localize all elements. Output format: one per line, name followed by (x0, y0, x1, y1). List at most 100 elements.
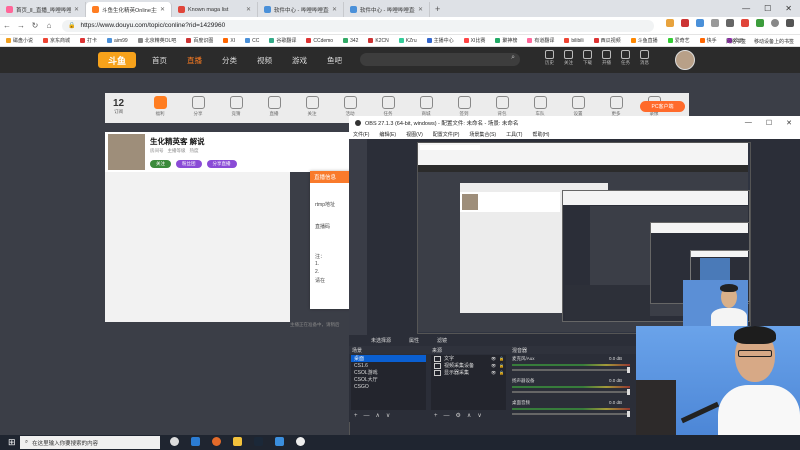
bookmark-item[interactable]: 爱奇艺 (667, 37, 690, 44)
maximize-button[interactable]: ☐ (764, 4, 771, 13)
toolbar-item[interactable]: 分享 (188, 96, 208, 117)
taskbar-search[interactable]: ⌕ 在这里输入你要搜索的内容 (20, 436, 160, 449)
fans-button[interactable]: 粉丝团 (176, 160, 202, 168)
task-view-icon[interactable] (170, 437, 179, 446)
bookmark-item[interactable]: K2CN (368, 38, 389, 44)
lock-icon[interactable]: 🔒 (499, 363, 504, 368)
toolbar-item[interactable]: 直播 (264, 96, 284, 117)
app-icon[interactable] (212, 437, 221, 446)
bookmark-item[interactable]: 京东商城 (43, 37, 70, 44)
home-icon[interactable]: ⌂ (42, 21, 56, 30)
extension-icon[interactable] (726, 19, 734, 27)
steam-icon[interactable] (254, 437, 263, 446)
close-window-button[interactable]: ✕ (785, 4, 792, 13)
bookmark-item[interactable]: 斗鱼直播 (630, 37, 658, 44)
reload-icon[interactable]: ↻ (28, 21, 42, 30)
visibility-eye-icon[interactable]: 👁 (491, 363, 496, 368)
douyu-menu-item[interactable]: 游戏 (292, 55, 307, 66)
douyu-menu-item[interactable]: 分类 (222, 55, 237, 66)
bookmark-item[interactable]: 西瓜视频 (593, 37, 621, 44)
bookmark-item[interactable]: aim99 (107, 38, 128, 44)
windows-start-icon[interactable]: ⊞ (8, 437, 16, 448)
douyu-menu-item[interactable]: 首页 (152, 55, 167, 66)
scene-item[interactable]: CSOL游戏 (351, 369, 426, 376)
obs-maximize-button[interactable]: ☐ (766, 119, 772, 127)
browser-tab[interactable]: 软件中心 - 哔哩哔哩直播弹幕姬✕ (344, 2, 430, 17)
scene-item[interactable]: CSGO (351, 383, 426, 390)
toolbar-item[interactable]: 福利 (150, 96, 170, 117)
volume-slider-knob[interactable] (627, 367, 630, 373)
extension-icon[interactable] (681, 19, 689, 27)
pc-client-button[interactable]: PC客户端 (640, 101, 685, 112)
bookmark-item[interactable]: KZru (398, 38, 417, 44)
obs-menu-item[interactable]: 编辑(E) (379, 131, 396, 138)
bookmark-item[interactable]: 磁盘小说 (6, 37, 33, 44)
bookmark-item[interactable]: 有道翻译 (527, 37, 554, 44)
toolbar-item[interactable]: 任务 (378, 96, 398, 117)
url-field[interactable]: 🔒 https://www.douyu.com/topic/conline?ri… (62, 19, 654, 32)
source-item[interactable]: 视频采集设备 👁 🔒 (431, 362, 506, 369)
obs-menu-item[interactable]: 文件(F) (353, 131, 369, 138)
browser-tab[interactable]: 软件中心 - 哔哩哔哩直播弹幕姬✕ (258, 2, 344, 17)
obs-menu-item[interactable]: 工具(T) (506, 131, 522, 138)
source-item[interactable]: 文字 👁 🔒 (431, 355, 506, 362)
toolbar-item[interactable]: 活动 (340, 96, 360, 117)
dock-control-button[interactable]: — (364, 413, 370, 419)
volume-slider[interactable] (512, 413, 630, 415)
filters-button[interactable]: 滤镜 (437, 337, 447, 344)
obs-menu-item[interactable]: 帮助(H) (532, 131, 549, 138)
bookmark-item[interactable]: bilibili (564, 38, 584, 44)
toolbar-item[interactable]: 更多 (606, 96, 626, 117)
app-icon[interactable] (275, 437, 284, 446)
channel-avatar[interactable] (108, 134, 145, 170)
subscribe-count[interactable]: 12 订阅 (113, 98, 124, 115)
volume-slider-knob[interactable] (627, 389, 630, 395)
bookmark-item[interactable]: 主播中心 (426, 37, 454, 44)
dock-control-button[interactable]: ∨ (477, 412, 481, 419)
file-explorer-icon[interactable] (233, 437, 242, 446)
browser-tab[interactable]: Known maga list ✕ (172, 2, 258, 17)
volume-slider[interactable] (512, 391, 630, 393)
toolbar-item[interactable]: 竞猜 (226, 96, 246, 117)
dock-control-button[interactable]: ∨ (386, 412, 390, 419)
douyu-menu-item[interactable]: 直播 (187, 55, 202, 66)
toolbar-item[interactable]: 车队 (530, 96, 550, 117)
new-tab-button[interactable]: + (435, 4, 440, 14)
obs-menu-item[interactable]: 场景集合(S) (469, 131, 496, 138)
scene-item[interactable]: CSOL大厅 (351, 376, 426, 383)
edge-icon[interactable] (191, 437, 200, 446)
bookmark-item[interactable]: 谷歌翻译 (269, 37, 296, 44)
forward-arrow-icon[interactable]: → (14, 21, 28, 30)
douyu-nav-icon[interactable]: 关注 (564, 50, 573, 66)
menu-kebab-icon[interactable] (786, 19, 794, 27)
douyu-search-input[interactable]: ⌕ (360, 53, 520, 66)
douyu-nav-icon[interactable]: 下载 (583, 50, 592, 66)
back-arrow-icon[interactable]: ← (0, 21, 14, 30)
douyu-logo[interactable]: 斗鱼 (98, 52, 136, 68)
extension-icon[interactable] (711, 19, 719, 27)
obs-menu-item[interactable]: 配置文件(P) (433, 131, 460, 138)
extension-icon[interactable] (696, 19, 704, 27)
toolbar-item[interactable]: 设置 (568, 96, 588, 117)
bookmark-item[interactable]: CC (245, 38, 259, 44)
douyu-menu-item[interactable]: 视频 (257, 55, 272, 66)
lock-icon[interactable]: 🔒 (499, 356, 504, 361)
obs-close-button[interactable]: ✕ (786, 119, 792, 127)
user-avatar[interactable] (675, 50, 695, 70)
toolbar-item[interactable]: 关注 (302, 96, 322, 117)
mobile-bookmarks[interactable]: 移动设备上的书签 (754, 38, 794, 45)
close-tab-icon[interactable]: ✕ (160, 6, 165, 13)
properties-button[interactable]: 属性 (409, 337, 419, 344)
bookmark-item[interactable]: 打卡 (80, 37, 97, 44)
douyu-nav-icon[interactable]: 历史 (545, 50, 554, 66)
bookmark-item[interactable]: 342 (343, 38, 358, 44)
extension-icon[interactable] (666, 19, 674, 27)
douyu-nav-icon[interactable]: 开播 (602, 50, 611, 66)
close-tab-icon[interactable]: ✕ (418, 6, 423, 13)
bookmark-item[interactable]: 快手 (699, 37, 717, 44)
bookmark-item[interactable]: XI比赛 (463, 37, 485, 44)
search-icon[interactable]: ⌕ (511, 54, 515, 62)
browser-tab[interactable]: 首页_Ⅱ_直播_哔哩哔哩-bilibili✕ (0, 2, 86, 17)
douyu-nav-icon[interactable]: 消息 (640, 50, 649, 66)
toolbar-item[interactable]: 商城 (416, 96, 436, 117)
